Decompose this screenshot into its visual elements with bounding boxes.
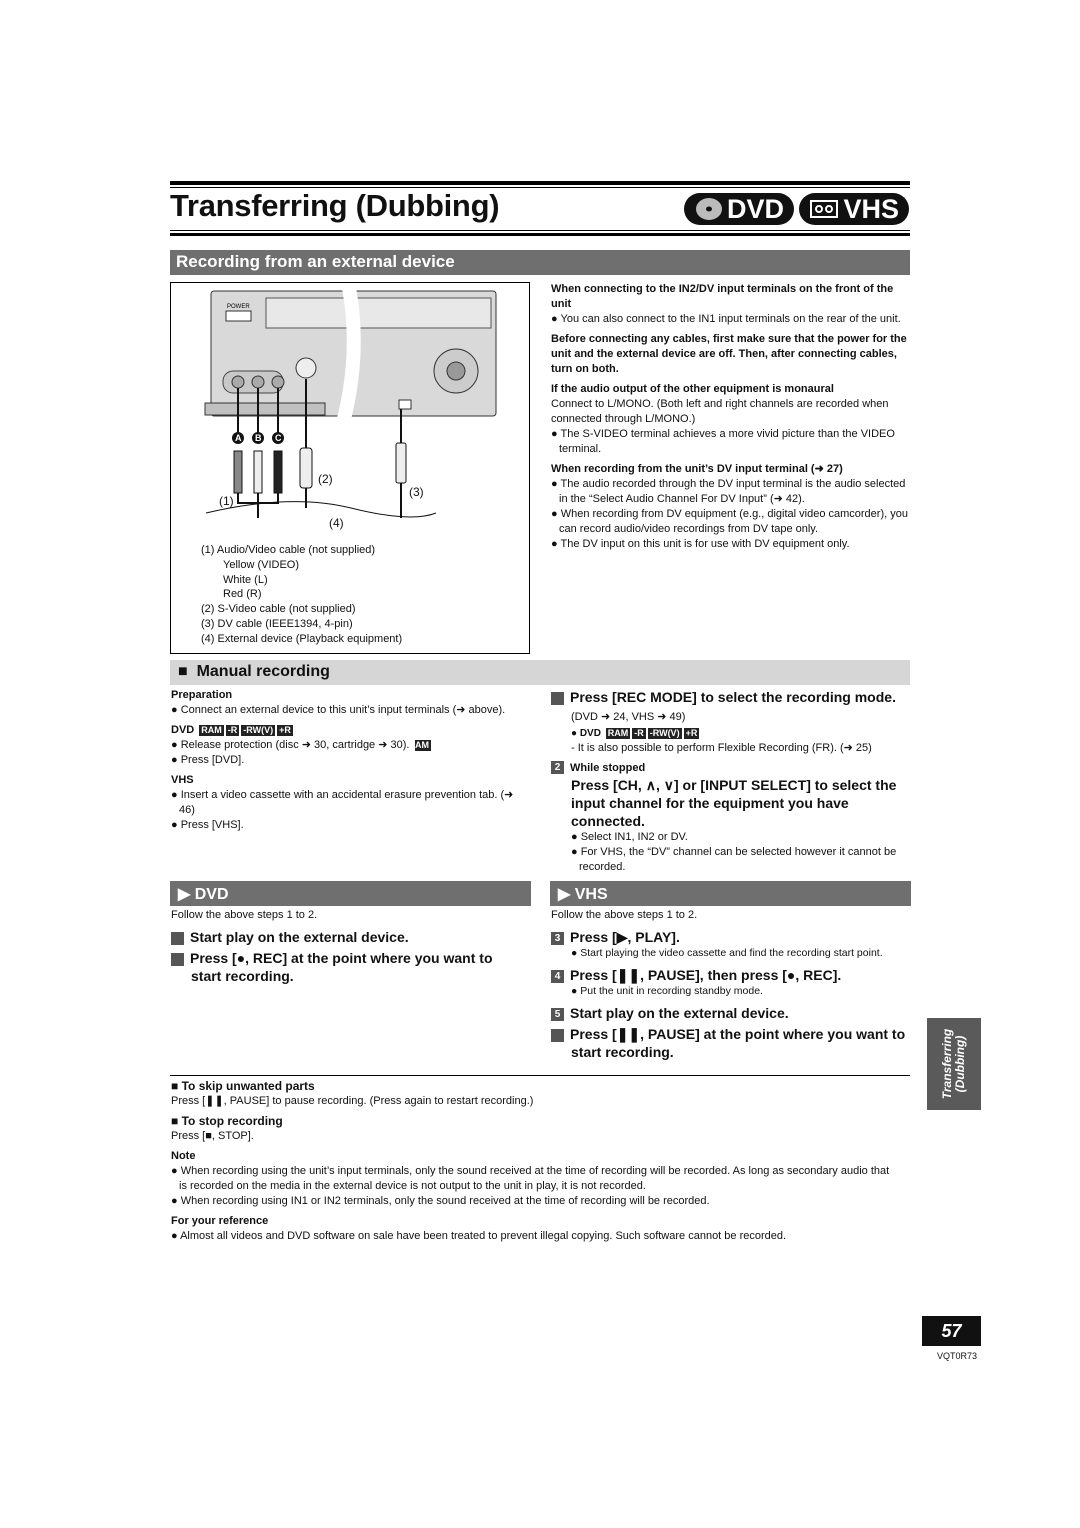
- bottom-rule-thin: [170, 230, 910, 231]
- side-tab: Transferring (Dubbing): [927, 1018, 981, 1110]
- figure-legend: (1) Audio/Video cable (not supplied) Yel…: [201, 543, 402, 647]
- dvd-prep-heading: DVD RAM -R -RW(V) +R: [171, 724, 293, 736]
- label-1: (1): [219, 494, 234, 508]
- vhs-step: 4 Press [❚❚, PAUSE], then press [●, REC].: [551, 966, 909, 984]
- side-tab-line2: (Dubbing): [953, 1035, 967, 1093]
- vhs-section-header: ▶ VHS: [550, 881, 911, 906]
- vhs-badge: VHS: [799, 193, 909, 225]
- manual-steps: 1 Press [REC MODE] to select the recordin…: [544, 688, 909, 875]
- note-item: ● You can also connect to the IN1 input …: [551, 313, 901, 325]
- manual-recording-title: Manual recording: [196, 663, 330, 680]
- note-heading: If the audio output of the other equipme…: [551, 383, 834, 395]
- dvd-step: 3 Start play on the external device.: [164, 929, 409, 945]
- note-item: ● When recording using IN1 or IN2 termin…: [171, 1195, 710, 1207]
- document-code: VQT0R73: [937, 1351, 978, 1361]
- note-item: ● When recording using the unit’s input …: [171, 1165, 890, 1192]
- vhs-step-note: ● Start playing the video cassette and f…: [571, 947, 883, 959]
- step-2-item: ● For VHS, the “DV” channel can be selec…: [571, 846, 897, 873]
- prep-item: ● Release protection (disc ➜ 30, cartrid…: [171, 739, 432, 751]
- vhs-steps: Follow the above steps 1 to 2. 3 Press [▶…: [544, 908, 909, 1061]
- dvd-section-header: ▶ DVD: [170, 881, 531, 906]
- label-4: (4): [329, 516, 344, 530]
- legend-item: (3) DV cable (IEEE1394, 4-pin): [201, 617, 353, 630]
- note-item: ● The DV input on this unit is for use w…: [551, 538, 850, 550]
- note-item: ● When recording from DV equipment (e.g.…: [551, 508, 908, 535]
- step-2: Press [CH, ∧, ∨] or [INPUT SELECT] to se…: [571, 777, 897, 829]
- vhs-intro: Follow the above steps 1 to 2.: [551, 909, 698, 921]
- note-heading: Note: [171, 1150, 196, 1162]
- page-title: Transferring (Dubbing): [170, 188, 500, 223]
- legend-item: (2) S-Video cable (not supplied): [201, 603, 356, 616]
- prep-item: ● Press [DVD].: [171, 754, 245, 766]
- vhs-section-title: VHS: [574, 886, 608, 903]
- legend-item: Red (R): [223, 588, 262, 601]
- top-rule: [170, 181, 910, 185]
- bottom-rule: [170, 233, 910, 236]
- step-2-item: ● Select IN1, IN2 or DV.: [571, 831, 688, 843]
- step-2-pre: 2 While stopped: [551, 761, 909, 776]
- step-1-note: - It is also possible to perform Flexibl…: [571, 742, 872, 754]
- dvd-badge: DVD: [684, 193, 794, 225]
- dvd-steps: Follow the above steps 1 to 2. 3 Start pl…: [164, 908, 526, 985]
- dvd-intro: Follow the above steps 1 to 2.: [171, 909, 318, 921]
- device-illustration: POWER A B C (2) (3) (1) (4): [204, 286, 497, 530]
- prep-item: ● Connect an external device to this uni…: [171, 704, 506, 716]
- footer-divider: [170, 1075, 910, 1076]
- footer-notes: ■ To skip unwanted parts Press [❚❚, PAUS…: [171, 1079, 911, 1244]
- vhs-step: 5 Start play on the external device.: [551, 1004, 909, 1022]
- label-a: A: [235, 433, 242, 443]
- vhs-badge-label: VHS: [843, 193, 899, 224]
- label-3: (3): [409, 485, 424, 499]
- vhs-step-note: ● Put the unit in recording standby mode…: [571, 985, 763, 997]
- note-text: Connect to L/MONO. (Both left and right …: [551, 398, 889, 425]
- step-1: 1 Press [REC MODE] to select the recordin…: [544, 689, 896, 723]
- manual-recording-header: ■ Manual recording: [170, 660, 910, 685]
- skip-heading: ■ To skip unwanted parts: [171, 1079, 315, 1093]
- legend-item: White (L): [223, 573, 268, 586]
- stop-text: Press [■, STOP].: [171, 1130, 254, 1142]
- dvd-badge-label: DVD: [726, 193, 784, 224]
- note-item: ● The audio recorded through the DV inpu…: [551, 478, 906, 505]
- connection-notes: When connecting to the IN2/DV input term…: [551, 282, 909, 552]
- vhs-cassette-icon: [810, 200, 838, 218]
- label-2: (2): [318, 472, 333, 486]
- svg-text:POWER: POWER: [227, 304, 250, 310]
- label-b: B: [255, 433, 262, 443]
- reference-heading: For your reference: [171, 1215, 269, 1227]
- vhs-prep-heading: VHS: [171, 774, 194, 786]
- note-heading: When recording from the unit’s DV input …: [551, 463, 843, 475]
- dvd-section-title: DVD: [194, 886, 229, 903]
- section-header: Recording from an external device: [170, 250, 910, 275]
- stop-heading: ■ To stop recording: [171, 1114, 283, 1128]
- preparation-heading: Preparation: [171, 689, 233, 701]
- vhs-step: 6 Press [❚❚, PAUSE] at the point where yo…: [544, 1026, 906, 1060]
- vhs-step: 3 Press [▶, PLAY].: [551, 928, 909, 946]
- connection-figure: POWER A B C (2) (3) (1) (4) (1) Audio/Vi…: [170, 282, 530, 654]
- dvd-step: 4 Press [●, REC] at the point where you w…: [164, 950, 493, 984]
- preparation: Preparation ● Connect an external device…: [171, 688, 526, 833]
- label-c: C: [275, 433, 282, 443]
- dvd-disc-icon: [696, 198, 722, 220]
- legend-item: Yellow (VIDEO): [223, 558, 300, 571]
- note-heading: When connecting to the IN2/DV input term…: [551, 283, 894, 310]
- legend-item: (4) External device (Playback equipment): [201, 632, 403, 645]
- note-heading: Before connecting any cables, first make…: [551, 333, 907, 375]
- prep-item: ● Insert a video cassette with an accide…: [171, 789, 514, 816]
- page-number: 57: [922, 1316, 981, 1346]
- prep-item: ● Press [VHS].: [171, 819, 244, 831]
- legend-item: (1) Audio/Video cable (not supplied): [201, 544, 376, 556]
- step-1-formats: ● DVD RAM -R -RW(V) +R: [571, 728, 700, 739]
- note-item: ● The S-VIDEO terminal achieves a more v…: [551, 428, 895, 455]
- reference-item: ● Almost all videos and DVD software on …: [171, 1230, 787, 1242]
- skip-text: Press [❚❚, PAUSE] to pause recording. (P…: [171, 1095, 534, 1107]
